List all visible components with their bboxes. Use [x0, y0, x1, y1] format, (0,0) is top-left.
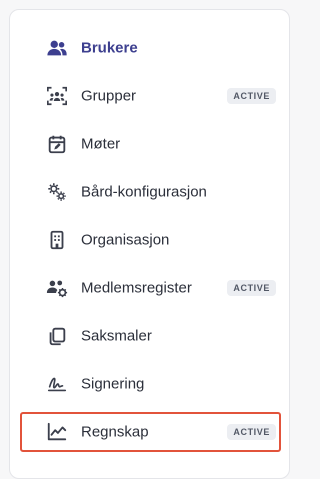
status-badge: ACTIVE	[227, 88, 276, 104]
nav-item-brukere[interactable]: Brukere	[20, 28, 281, 68]
nav-item-medlemsregister[interactable]: Medlemsregister ACTIVE	[20, 268, 281, 308]
nav-item-label: Medlemsregister	[81, 279, 192, 297]
nav-item-label: Organisasjon	[81, 231, 170, 249]
gears-icon	[45, 180, 69, 204]
nav-item-moter[interactable]: Møter	[20, 124, 281, 164]
nav-item-grupper[interactable]: Grupper ACTIVE	[20, 76, 281, 116]
users-icon	[45, 36, 69, 60]
nav-item-regnskap[interactable]: Regnskap ACTIVE	[20, 412, 281, 452]
building-icon	[45, 228, 69, 252]
nav-item-bard-konfigurasjon[interactable]: Bård-konfigurasjon	[20, 172, 281, 212]
nav-item-signering[interactable]: Signering	[20, 364, 281, 404]
signature-icon	[45, 372, 69, 396]
status-badge: ACTIVE	[227, 280, 276, 296]
nav-item-label: Møter	[81, 135, 121, 153]
nav-item-label: Regnskap	[81, 423, 149, 441]
status-badge: ACTIVE	[227, 424, 276, 440]
nav-item-saksmaler[interactable]: Saksmaler	[20, 316, 281, 356]
nav-item-label: Bård-konfigurasjon	[81, 183, 207, 201]
settings-nav-panel: Brukere Grupper ACTIVE Møter Bård-konfig…	[9, 9, 290, 479]
nav-item-label: Grupper	[81, 87, 137, 105]
nav-item-organisasjon[interactable]: Organisasjon	[20, 220, 281, 260]
line-chart-icon	[45, 420, 69, 444]
copy-icon	[45, 324, 69, 348]
calendar-edit-icon	[45, 132, 69, 156]
group-scan-icon	[45, 84, 69, 108]
nav-item-label: Brukere	[81, 39, 138, 57]
nav-item-label: Saksmaler	[81, 327, 152, 345]
nav-item-label: Signering	[81, 375, 145, 393]
users-cog-icon	[45, 276, 69, 300]
